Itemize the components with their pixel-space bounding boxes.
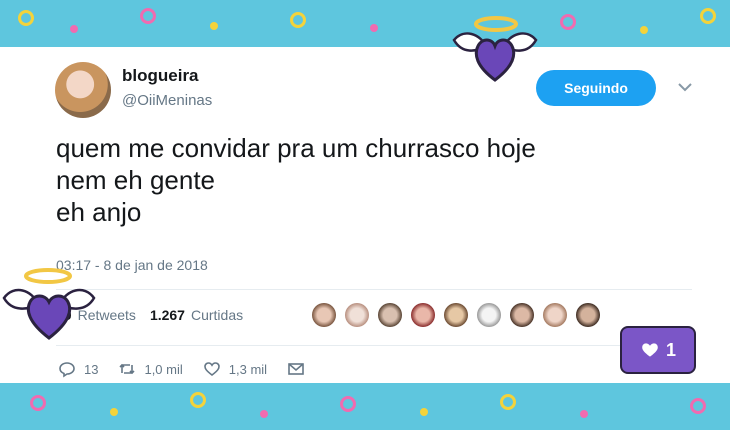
reply-button[interactable]: 13 xyxy=(58,360,98,378)
liker-avatar[interactable] xyxy=(510,303,534,327)
reply-icon xyxy=(59,362,75,378)
liker-avatar[interactable] xyxy=(378,303,402,327)
avatar[interactable] xyxy=(55,62,111,118)
divider xyxy=(56,345,692,346)
liker-avatar[interactable] xyxy=(444,303,468,327)
user-name[interactable]: blogueira xyxy=(122,66,199,86)
tweet-actions: 13 1,0 mil 1,3 mil xyxy=(58,360,325,378)
heart-icon xyxy=(642,343,658,357)
liker-avatar[interactable] xyxy=(477,303,501,327)
tweet-line: nem eh gente xyxy=(56,165,216,195)
liker-avatar[interactable] xyxy=(576,303,600,327)
likes-label[interactable]: Curtidas xyxy=(191,307,243,323)
reply-count: 13 xyxy=(84,361,99,377)
retweet-icon xyxy=(119,363,136,375)
like-button[interactable]: 1,3 mil xyxy=(203,360,267,378)
retweet-count: 1,0 mil xyxy=(144,361,183,377)
tweet-text: quem me convidar pra um churrasco hoje n… xyxy=(56,132,536,228)
heart-icon xyxy=(203,362,220,377)
retweet-button[interactable]: 1,0 mil xyxy=(118,360,183,378)
tweet-line: quem me convidar pra um churrasco hoje xyxy=(56,133,536,163)
like-notification-badge: 1 xyxy=(620,326,696,374)
envelope-icon xyxy=(288,363,304,375)
liker-avatar[interactable] xyxy=(312,303,336,327)
like-count: 1,3 mil xyxy=(228,361,268,377)
angel-heart-sticker-left xyxy=(0,262,100,342)
liker-avatar[interactable] xyxy=(543,303,567,327)
message-button[interactable] xyxy=(287,360,305,378)
divider xyxy=(56,289,692,290)
following-button[interactable]: Seguindo xyxy=(536,70,656,106)
chevron-down-icon[interactable] xyxy=(676,78,694,96)
user-handle[interactable]: @OiiMeninas xyxy=(122,92,212,109)
notification-count: 1 xyxy=(665,339,676,360)
liker-avatar[interactable] xyxy=(411,303,435,327)
angel-heart-sticker-top xyxy=(446,6,544,86)
likes-count[interactable]: 1.267 xyxy=(150,307,185,323)
liker-avatars xyxy=(312,303,600,327)
liker-avatar[interactable] xyxy=(345,303,369,327)
tweet-line: eh anjo xyxy=(56,197,142,227)
